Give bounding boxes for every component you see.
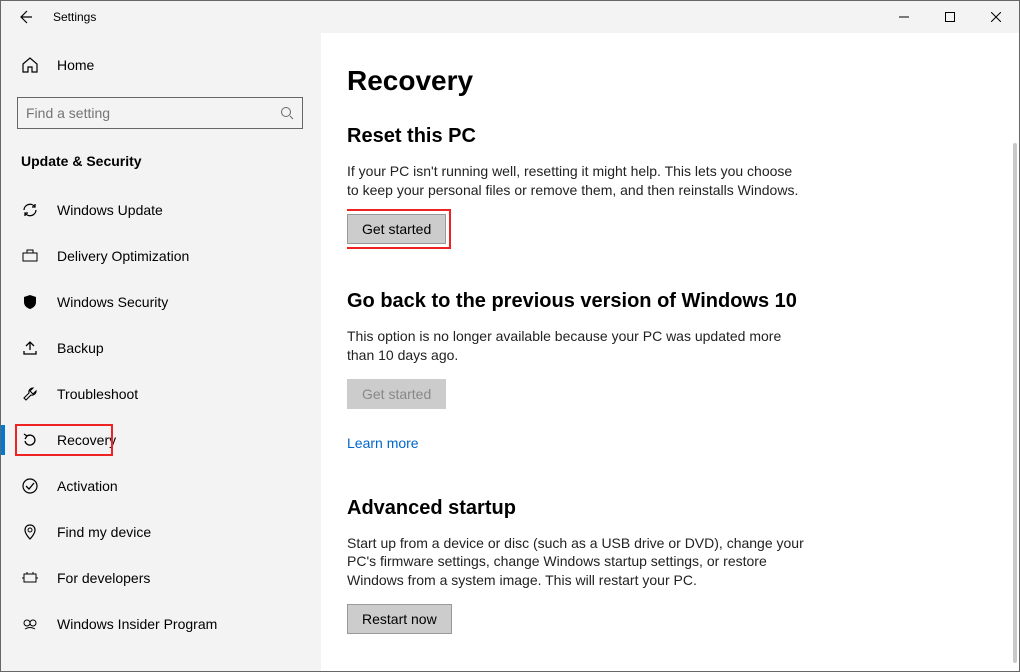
reset-section-desc: If your PC isn't running well, resetting… bbox=[347, 162, 807, 200]
sidebar-item-find-my-device[interactable]: Find my device bbox=[1, 509, 321, 555]
sidebar: Home Update & Security Windows Update De… bbox=[1, 33, 321, 671]
search-input[interactable] bbox=[17, 97, 303, 129]
minimize-icon bbox=[899, 12, 909, 22]
page-title: Recovery bbox=[347, 65, 979, 97]
reset-section-title: Reset this PC bbox=[347, 125, 979, 148]
restart-now-button[interactable]: Restart now bbox=[347, 604, 452, 634]
sidebar-item-label: Recovery bbox=[57, 432, 116, 448]
arrow-left-icon bbox=[17, 9, 33, 25]
home-icon bbox=[21, 56, 39, 74]
sidebar-item-windows-security[interactable]: Windows Security bbox=[1, 279, 321, 325]
sidebar-item-label: Windows Security bbox=[57, 294, 168, 310]
close-icon bbox=[991, 12, 1001, 22]
nav-list: Windows Update Delivery Optimization Win… bbox=[1, 187, 321, 647]
shield-icon bbox=[21, 293, 39, 311]
location-icon bbox=[21, 523, 39, 541]
reset-get-started-button[interactable]: Get started bbox=[347, 214, 446, 244]
sidebar-item-label: Backup bbox=[57, 340, 104, 356]
sidebar-item-windows-update[interactable]: Windows Update bbox=[1, 187, 321, 233]
scrollbar[interactable] bbox=[1013, 143, 1017, 663]
sidebar-item-label: Delivery Optimization bbox=[57, 248, 189, 264]
sidebar-item-label: Windows Update bbox=[57, 202, 163, 218]
insider-icon bbox=[21, 615, 39, 633]
sidebar-item-label: Activation bbox=[57, 478, 118, 494]
advanced-section-desc: Start up from a device or disc (such as … bbox=[347, 534, 817, 591]
sidebar-item-windows-insider[interactable]: Windows Insider Program bbox=[1, 601, 321, 647]
main-content: Recovery Reset this PC If your PC isn't … bbox=[321, 33, 1019, 671]
category-label: Update & Security bbox=[1, 145, 321, 187]
wrench-icon bbox=[21, 385, 39, 403]
sidebar-item-recovery[interactable]: Recovery bbox=[1, 417, 321, 463]
sidebar-item-label: Find my device bbox=[57, 524, 151, 540]
developer-icon bbox=[21, 569, 39, 587]
back-button[interactable] bbox=[1, 1, 49, 33]
sidebar-item-backup[interactable]: Backup bbox=[1, 325, 321, 371]
sidebar-item-label: Windows Insider Program bbox=[57, 616, 217, 632]
sidebar-home[interactable]: Home bbox=[1, 45, 321, 85]
delivery-icon bbox=[21, 247, 39, 265]
sync-icon bbox=[21, 201, 39, 219]
maximize-button[interactable] bbox=[927, 1, 973, 33]
search-icon bbox=[280, 106, 294, 120]
goback-get-started-button: Get started bbox=[347, 379, 446, 409]
sidebar-item-activation[interactable]: Activation bbox=[1, 463, 321, 509]
goback-section-desc: This option is no longer available becau… bbox=[347, 327, 807, 365]
titlebar: Settings bbox=[1, 1, 1019, 33]
backup-icon bbox=[21, 339, 39, 357]
search-field[interactable] bbox=[26, 105, 280, 121]
sidebar-item-delivery-optimization[interactable]: Delivery Optimization bbox=[1, 233, 321, 279]
advanced-section-title: Advanced startup bbox=[347, 497, 979, 520]
sidebar-item-troubleshoot[interactable]: Troubleshoot bbox=[1, 371, 321, 417]
close-button[interactable] bbox=[973, 1, 1019, 33]
home-label: Home bbox=[57, 57, 94, 73]
sidebar-item-label: For developers bbox=[57, 570, 150, 586]
maximize-icon bbox=[945, 12, 955, 22]
check-circle-icon bbox=[21, 477, 39, 495]
window-title: Settings bbox=[49, 10, 96, 24]
sidebar-item-label: Troubleshoot bbox=[57, 386, 138, 402]
goback-section-title: Go back to the previous version of Windo… bbox=[347, 290, 979, 313]
recovery-icon bbox=[21, 431, 39, 449]
sidebar-item-for-developers[interactable]: For developers bbox=[1, 555, 321, 601]
minimize-button[interactable] bbox=[881, 1, 927, 33]
learn-more-link[interactable]: Learn more bbox=[347, 435, 419, 451]
